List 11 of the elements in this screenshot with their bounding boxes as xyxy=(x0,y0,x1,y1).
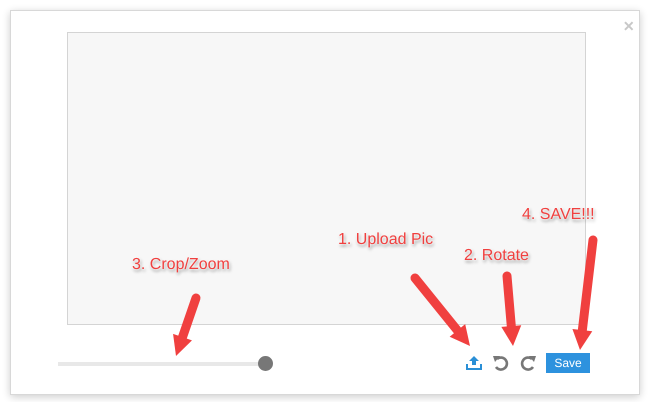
slider-handle[interactable] xyxy=(258,356,273,370)
rotate-right-icon[interactable] xyxy=(519,354,537,372)
annotation-label: 4. SAVE!!! xyxy=(522,206,595,224)
rotate-left-icon[interactable] xyxy=(492,354,510,372)
annotation-arrow xyxy=(173,294,200,356)
annotation-label: 1. Upload Pic xyxy=(338,231,434,249)
zoom-slider[interactable] xyxy=(58,356,273,370)
upload-icon[interactable] xyxy=(465,355,483,371)
save-button[interactable]: Save xyxy=(546,353,590,373)
annotation-label: 3. Crop/Zoom xyxy=(132,256,230,274)
annotation-label: 2. Rotate xyxy=(464,247,529,265)
